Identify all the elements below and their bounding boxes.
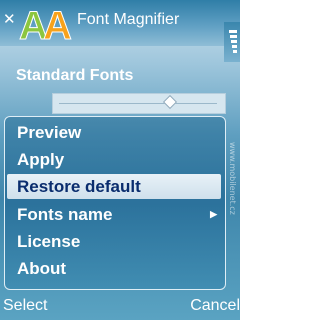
app-title: Font Magnifier xyxy=(77,11,180,28)
menu-item-fonts-name[interactable]: Fonts name ▶ xyxy=(7,202,221,227)
menu-item-label: Preview xyxy=(17,123,82,142)
signal-strength-icon xyxy=(229,30,237,53)
menu-item-label: About xyxy=(17,259,67,278)
close-icon[interactable]: ✕ xyxy=(3,10,16,28)
menu-item-preview[interactable]: Preview xyxy=(7,120,221,145)
menu-item-license[interactable]: License xyxy=(7,229,221,254)
menu-item-label: Fonts name xyxy=(17,205,113,224)
aa-letters-logo-icon: A A xyxy=(19,4,72,44)
title-bar: ✕ A A Font Magnifier xyxy=(0,0,240,46)
softkey-bar: Select Cancel xyxy=(0,292,240,320)
menu-item-about[interactable]: About xyxy=(7,256,221,281)
slider-line xyxy=(59,103,217,104)
submenu-arrow-icon: ▶ xyxy=(210,209,217,219)
options-menu: Preview Apply Restore default Fonts name… xyxy=(4,116,226,290)
select-softkey[interactable]: Select xyxy=(3,295,47,317)
menu-item-label: License xyxy=(17,232,81,251)
menu-item-apply[interactable]: Apply xyxy=(7,147,221,172)
screen: ✕ A A Font Magnifier Standard Fonts Prev… xyxy=(0,0,240,320)
menu-item-restore-default[interactable]: Restore default xyxy=(7,174,221,199)
slider-knob[interactable] xyxy=(162,94,177,110)
svg-text:A: A xyxy=(43,4,72,43)
watermark-text: www.mobilenet.cz xyxy=(228,142,237,215)
menu-item-label: Restore default xyxy=(17,177,141,196)
cancel-softkey[interactable]: Cancel xyxy=(190,295,240,317)
menu-item-label: Apply xyxy=(17,150,65,169)
font-setting-label: Standard Fonts xyxy=(16,67,134,84)
font-size-slider[interactable] xyxy=(52,93,226,114)
